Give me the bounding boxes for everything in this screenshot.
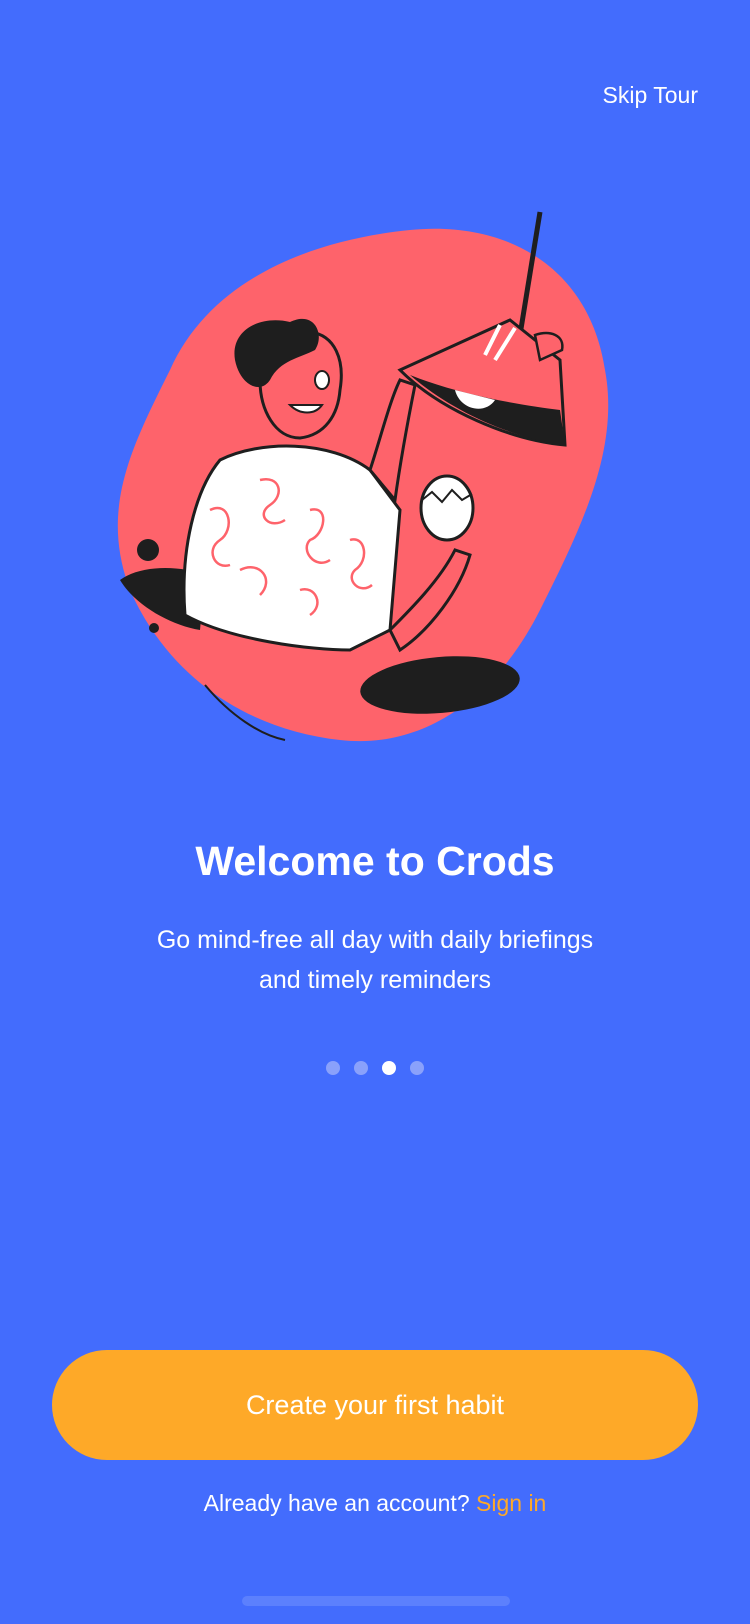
home-indicator	[242, 1596, 510, 1606]
signin-link[interactable]: Sign in	[476, 1490, 546, 1516]
signin-row: Already have an account? Sign in	[0, 1490, 750, 1517]
signin-prompt: Already have an account?	[203, 1490, 477, 1516]
subtitle-line-2: and timely reminders	[258, 966, 492, 994]
onboarding-subtitle: Go mind-free all day with daily briefing…	[90, 920, 660, 1000]
onboarding-title: Welcome to Crods	[195, 838, 555, 884]
page-indicator	[0, 1061, 750, 1075]
page-dot-1[interactable]	[326, 1061, 340, 1075]
page-dot-2[interactable]	[354, 1061, 368, 1075]
page-dot-3-active[interactable]	[382, 1061, 396, 1075]
egg	[419, 474, 475, 542]
ink-dot	[137, 539, 159, 561]
subtitle-line-1: Go mind-free all day with daily briefing…	[156, 926, 594, 954]
create-habit-button[interactable]: Create your first habit	[52, 1350, 698, 1460]
onboarding-illustration	[117, 211, 609, 742]
skip-tour-button[interactable]: Skip Tour	[603, 82, 698, 109]
eye	[314, 370, 330, 390]
shirt	[182, 444, 402, 652]
page-dot-4[interactable]	[410, 1061, 424, 1075]
ink-dot-small	[149, 623, 159, 633]
